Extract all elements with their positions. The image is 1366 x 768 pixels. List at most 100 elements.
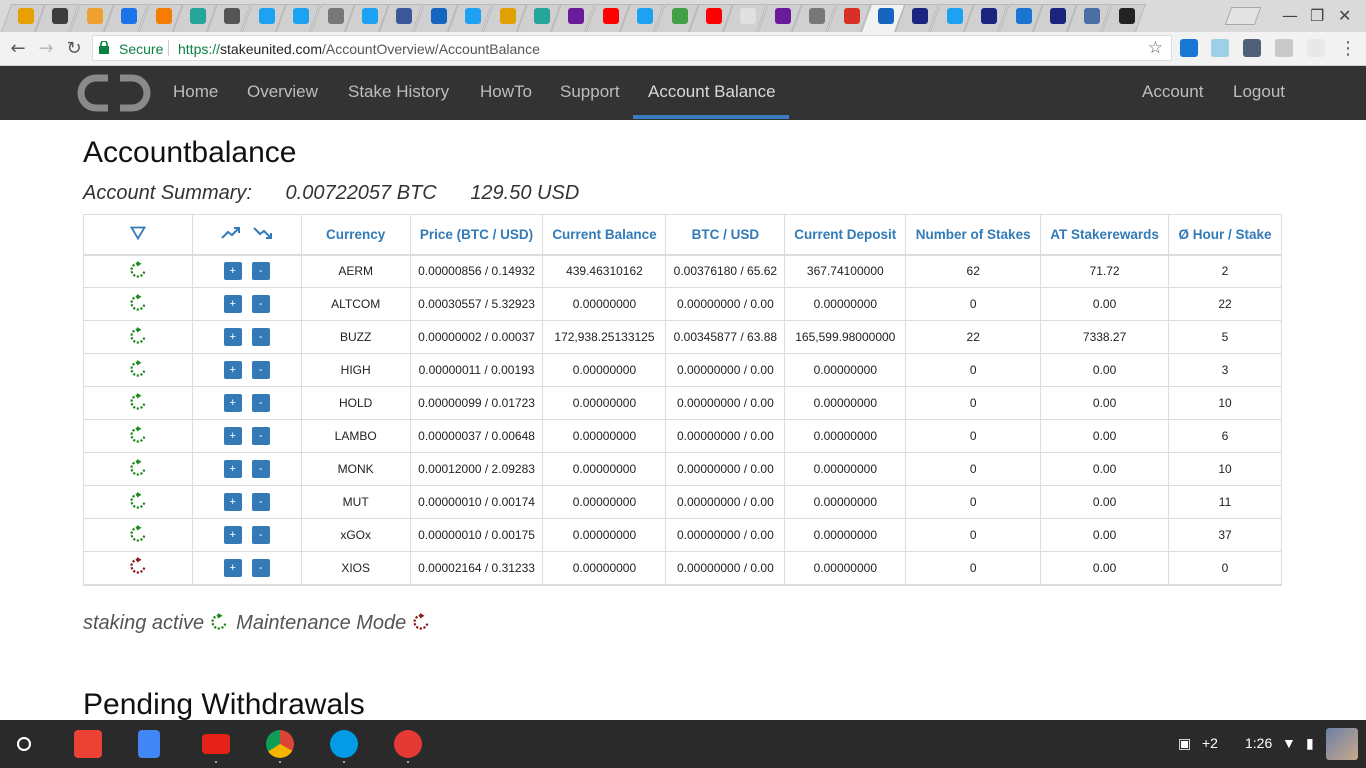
deposit-plus-button[interactable]: +	[223, 493, 242, 511]
refresh-icon[interactable]	[129, 392, 147, 414]
withdraw-minus-button[interactable]: -	[251, 361, 270, 379]
nav-support[interactable]: Support	[560, 82, 620, 102]
deposit-plus-button[interactable]: +	[223, 394, 242, 412]
actions-cell: + -	[191, 287, 302, 321]
tab-favicon-icon	[121, 8, 138, 24]
bookmark-star-icon[interactable]: ☆	[1148, 38, 1163, 58]
close-window-icon[interactable]: ✕	[1338, 6, 1351, 25]
clock[interactable]: 1:26	[1245, 735, 1272, 751]
launcher-icon[interactable]	[17, 737, 31, 751]
refresh-icon[interactable]	[129, 293, 147, 315]
refresh-icon[interactable]	[129, 326, 147, 348]
extension-icon[interactable]	[1180, 39, 1198, 57]
docs-icon[interactable]	[138, 730, 160, 758]
price-header[interactable]: Price (BTC / USD)	[409, 214, 544, 256]
hour-stake-header[interactable]: Ø Hour / Stake	[1168, 214, 1282, 256]
table-row: + - XIOS 0.00002164 / 0.31233 0.00000000 0.00…	[83, 551, 1282, 586]
extension-icon[interactable]	[1243, 39, 1261, 57]
refresh-icon[interactable]	[129, 458, 147, 480]
deposit-plus-button[interactable]: +	[223, 262, 242, 281]
url-text: https://stakeunited.com/AccountOverview/…	[178, 41, 540, 57]
withdraw-minus-button[interactable]: -	[251, 558, 270, 577]
notification-count[interactable]: +2	[1202, 735, 1218, 751]
cell-hour-stake: 3	[1168, 353, 1282, 387]
chrome-icon[interactable]	[266, 730, 294, 758]
deposit-plus-button[interactable]: +	[223, 558, 242, 577]
gmail-icon[interactable]	[74, 730, 102, 758]
refresh-icon[interactable]	[129, 491, 147, 513]
gallery-icon[interactable]	[394, 730, 422, 758]
menu-icon[interactable]: ⋮	[1336, 37, 1360, 61]
refresh-icon[interactable]	[129, 260, 147, 282]
reload-icon[interactable]: ↻	[62, 37, 86, 61]
stakes-header[interactable]: Number of Stakes	[905, 214, 1042, 256]
back-icon[interactable]: ←	[6, 37, 30, 61]
sort-column-header[interactable]	[83, 214, 193, 256]
new-tab-button[interactable]	[1224, 7, 1262, 25]
withdraw-minus-button[interactable]: -	[251, 460, 270, 478]
rewards-header[interactable]: AT Stakerewards	[1040, 214, 1170, 256]
cell-btc-usd: 0.00000000 / 0.00	[665, 452, 786, 486]
legend-active-label: staking active	[83, 612, 205, 634]
stakeunited-logo[interactable]	[74, 72, 154, 114]
nav-logout[interactable]: Logout	[1233, 82, 1285, 102]
trend-column-header[interactable]	[191, 214, 302, 256]
extension-icon[interactable]	[1211, 39, 1229, 57]
deposit-plus-button[interactable]: +	[223, 460, 242, 478]
deposit-plus-button[interactable]: +	[223, 328, 242, 346]
maximize-icon[interactable]: ❐	[1310, 6, 1324, 25]
withdraw-minus-button[interactable]: -	[251, 427, 270, 445]
withdraw-minus-button[interactable]: -	[251, 328, 270, 346]
files-icon[interactable]	[330, 730, 358, 758]
tab-favicon-icon	[155, 8, 172, 24]
address-bar[interactable]: Secure https://stakeunited.com/AccountOv…	[92, 35, 1172, 61]
extension-icon[interactable]	[1275, 39, 1293, 57]
nav-home[interactable]: Home	[173, 82, 218, 102]
deposit-header[interactable]: Current Deposit	[784, 214, 907, 256]
deposit-plus-button[interactable]: +	[223, 361, 242, 379]
cell-rewards: 0.00	[1040, 419, 1170, 453]
wifi-icon[interactable]: ▼	[1282, 735, 1296, 751]
extension-icon[interactable]	[1307, 39, 1325, 57]
notification-image-icon[interactable]: ▣	[1178, 735, 1191, 752]
forward-icon[interactable]: →	[34, 37, 58, 61]
minimize-icon[interactable]: —	[1282, 6, 1298, 25]
balance-header[interactable]: Current Balance	[542, 214, 667, 256]
tab-favicon-icon	[293, 8, 310, 24]
withdraw-minus-button[interactable]: -	[251, 262, 270, 281]
nav-howto[interactable]: HowTo	[480, 82, 532, 102]
user-avatar[interactable]	[1326, 728, 1358, 760]
nav-account[interactable]: Account	[1142, 82, 1203, 102]
table-row: + - HOLD 0.00000099 / 0.01723 0.00000000 0.00…	[83, 386, 1282, 420]
cell-price: 0.00000099 / 0.01723	[409, 386, 544, 420]
refresh-icon[interactable]	[129, 524, 147, 546]
actions-cell: + -	[191, 551, 302, 586]
withdraw-minus-button[interactable]: -	[251, 493, 270, 511]
browser-tab-strip: — ❐ ✕	[0, 0, 1366, 33]
youtube-icon[interactable]	[202, 734, 230, 754]
trend-up-icon[interactable]	[221, 226, 241, 240]
currency-header[interactable]: Currency	[300, 214, 411, 256]
deposit-plus-button[interactable]: +	[223, 526, 242, 544]
trend-down-icon[interactable]	[252, 226, 273, 240]
app-running-dot	[215, 761, 217, 763]
tab-favicon-icon	[1084, 8, 1101, 24]
battery-icon[interactable]: ▮	[1306, 735, 1314, 752]
nav-stake-history[interactable]: Stake History	[348, 82, 449, 102]
nav-account-balance[interactable]: Account Balance	[648, 82, 776, 102]
btc-usd-header[interactable]: BTC / USD	[665, 214, 786, 256]
actions-cell: + -	[191, 452, 302, 486]
refresh-icon[interactable]	[129, 425, 147, 447]
deposit-plus-button[interactable]: +	[223, 295, 242, 313]
withdraw-minus-button[interactable]: -	[251, 526, 270, 544]
cell-balance: 0.00000000	[542, 551, 667, 586]
withdraw-minus-button[interactable]: -	[251, 295, 270, 313]
withdraw-minus-button[interactable]: -	[251, 394, 270, 412]
refresh-icon[interactable]	[129, 359, 147, 381]
nav-overview[interactable]: Overview	[247, 82, 318, 102]
status-cell	[83, 551, 193, 586]
cell-currency: xGOx	[300, 518, 411, 552]
refresh-icon[interactable]	[129, 557, 147, 578]
triangle-down-icon[interactable]	[129, 226, 146, 241]
deposit-plus-button[interactable]: +	[223, 427, 242, 445]
